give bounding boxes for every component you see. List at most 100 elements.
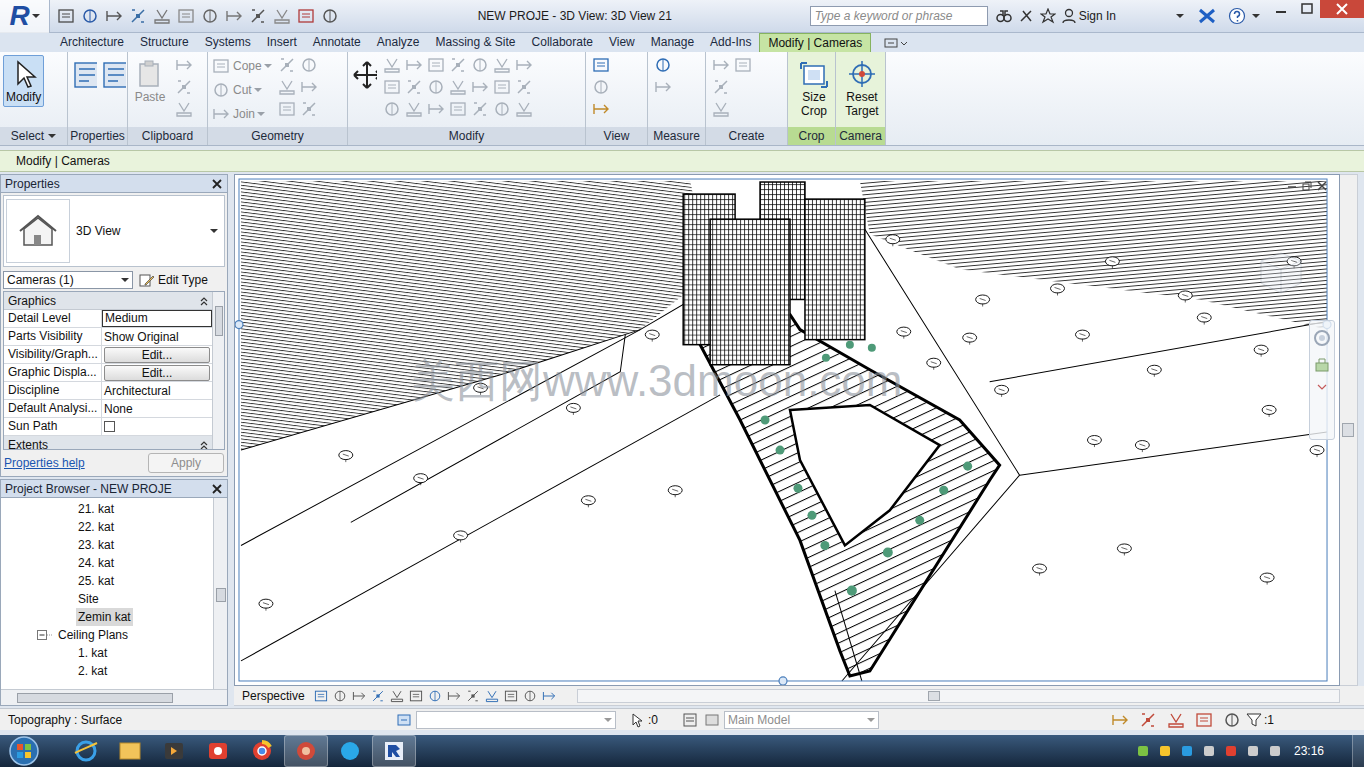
browser-item[interactable]: 22. kat: [1, 518, 213, 536]
view-control-icon[interactable]: [332, 688, 348, 704]
view-control-icon[interactable]: [541, 688, 557, 704]
taskbar-app[interactable]: [64, 735, 108, 767]
close-icon[interactable]: [211, 178, 223, 190]
view-control-icon[interactable]: [427, 688, 443, 704]
ribbon-small-button[interactable]: Cut: [211, 79, 272, 101]
browser-item[interactable]: Zemin kat: [1, 608, 213, 626]
scroll-thumb[interactable]: [928, 691, 940, 701]
ribbon-tab[interactable]: Massing & Site: [428, 33, 524, 52]
property-group[interactable]: Graphics: [4, 292, 212, 310]
tray-icon[interactable]: [1180, 744, 1194, 758]
minimize-icon[interactable]: [1268, 0, 1294, 18]
view-canvas[interactable]: 美西网www.3dmoon.com: [234, 174, 1340, 686]
view-control-icon[interactable]: [351, 688, 367, 704]
vertical-scrollbar[interactable]: [213, 498, 227, 689]
model-view[interactable]: [235, 175, 1339, 685]
selection-icon[interactable]: [630, 712, 646, 728]
tray-icon[interactable]: [1224, 744, 1238, 758]
maximize-icon[interactable]: [1294, 0, 1320, 18]
model-combo[interactable]: Main Model: [724, 711, 879, 729]
properties-help-link[interactable]: Properties help: [4, 454, 85, 472]
view-window-controls[interactable]: [1287, 181, 1327, 191]
ribbon-button[interactable]: Modify: [3, 55, 44, 107]
navigation-bar[interactable]: [1309, 320, 1335, 440]
view-control-icon[interactable]: [408, 688, 424, 704]
view-control-icon[interactable]: [370, 688, 386, 704]
browser-item[interactable]: 21. kat: [1, 500, 213, 518]
steering-wheel-icon[interactable]: [1313, 329, 1331, 347]
browser-item[interactable]: Ceiling Plans: [1, 626, 213, 644]
ribbon-tab[interactable]: Architecture: [52, 33, 132, 52]
vertical-scrollbar[interactable]: [1340, 174, 1358, 686]
scroll-thumb[interactable]: [215, 306, 223, 336]
tray-icon[interactable]: [1246, 744, 1260, 758]
subscription-icon[interactable]: [1018, 8, 1034, 24]
browser-item[interactable]: 25. kat: [1, 572, 213, 590]
view-control-icon[interactable]: [313, 688, 329, 704]
binoculars-icon[interactable]: [996, 8, 1012, 24]
filter-icon[interactable]: [1246, 712, 1262, 728]
property-group[interactable]: Extents: [4, 436, 212, 450]
tray-icon[interactable]: [1202, 744, 1216, 758]
vertical-scrollbar[interactable]: [212, 292, 224, 449]
horizontal-scrollbar[interactable]: [577, 689, 1340, 703]
horizontal-scrollbar[interactable]: [1, 689, 227, 705]
scroll-thumb[interactable]: [17, 693, 173, 703]
view-control-icon[interactable]: [465, 688, 481, 704]
ribbon-tab[interactable]: Structure: [132, 33, 197, 52]
ribbon-tab[interactable]: Add-Ins: [702, 33, 759, 52]
workset-combo[interactable]: [416, 711, 616, 729]
view-control-icon[interactable]: [446, 688, 462, 704]
browser-item[interactable]: 24. kat: [1, 554, 213, 572]
checkbox[interactable]: [104, 421, 115, 432]
view-control-icon[interactable]: [522, 688, 538, 704]
sign-in-button[interactable]: Sign In: [1062, 7, 1116, 25]
start-icon[interactable]: [6, 735, 42, 767]
star-icon[interactable]: [1040, 8, 1056, 24]
ribbon-small-button[interactable]: Join: [211, 103, 272, 125]
show-desktop-button[interactable]: [1352, 735, 1364, 767]
ribbon-button[interactable]: [71, 55, 97, 91]
ribbon-tab[interactable]: Analyze: [369, 33, 428, 52]
taskbar-app[interactable]: [240, 735, 284, 767]
instance-filter[interactable]: Cameras (1): [3, 271, 133, 289]
close-icon[interactable]: [211, 483, 223, 495]
edit-button[interactable]: Edit...: [104, 365, 210, 381]
ribbon-tab[interactable]: Insert: [259, 33, 305, 52]
exchange-icon[interactable]: [1198, 8, 1216, 24]
ribbon-tab[interactable]: Systems: [197, 33, 259, 52]
type-selector[interactable]: 3D View: [3, 195, 225, 267]
taskbar-app[interactable]: [152, 735, 196, 767]
ribbon-button[interactable]: Reset Target: [839, 55, 885, 121]
ribbon-button[interactable]: Size Crop: [791, 55, 835, 121]
view-control-icon[interactable]: [503, 688, 519, 704]
design-options-icon[interactable]: [682, 712, 698, 728]
ribbon-tab[interactable]: Annotate: [305, 33, 369, 52]
property-field[interactable]: Medium: [102, 310, 212, 327]
ribbon-tab[interactable]: View: [601, 33, 643, 52]
browser-item[interactable]: Site: [1, 590, 213, 608]
app-menu-button[interactable]: R: [0, 0, 50, 33]
ribbon-button[interactable]: Paste: [131, 55, 169, 107]
taskbar-app[interactable]: [108, 735, 152, 767]
zoom-icon[interactable]: [1314, 357, 1330, 373]
edit-type-button[interactable]: Edit Type: [139, 271, 208, 289]
viewcube-icon[interactable]: [1251, 247, 1309, 299]
help-icon[interactable]: [1228, 7, 1246, 25]
edit-button[interactable]: Edit...: [104, 347, 210, 363]
taskbar-app[interactable]: [196, 735, 240, 767]
close-icon[interactable]: [1317, 181, 1327, 191]
ribbon-button[interactable]: [351, 55, 377, 91]
minimize-icon[interactable]: [1287, 181, 1297, 191]
apply-button[interactable]: Apply: [148, 453, 224, 473]
tray-icon[interactable]: [1158, 744, 1172, 758]
browser-item[interactable]: 2. kat: [1, 662, 213, 680]
taskbar-app[interactable]: [372, 735, 416, 767]
scroll-thumb[interactable]: [216, 588, 226, 602]
browser-item[interactable]: 23. kat: [1, 536, 213, 554]
tray-icon[interactable]: [1136, 744, 1150, 758]
view-control-icon[interactable]: [484, 688, 500, 704]
collapse-icon[interactable]: [37, 630, 52, 641]
ribbon-small-button[interactable]: Cope: [211, 55, 272, 77]
editing-icon[interactable]: [704, 712, 720, 728]
